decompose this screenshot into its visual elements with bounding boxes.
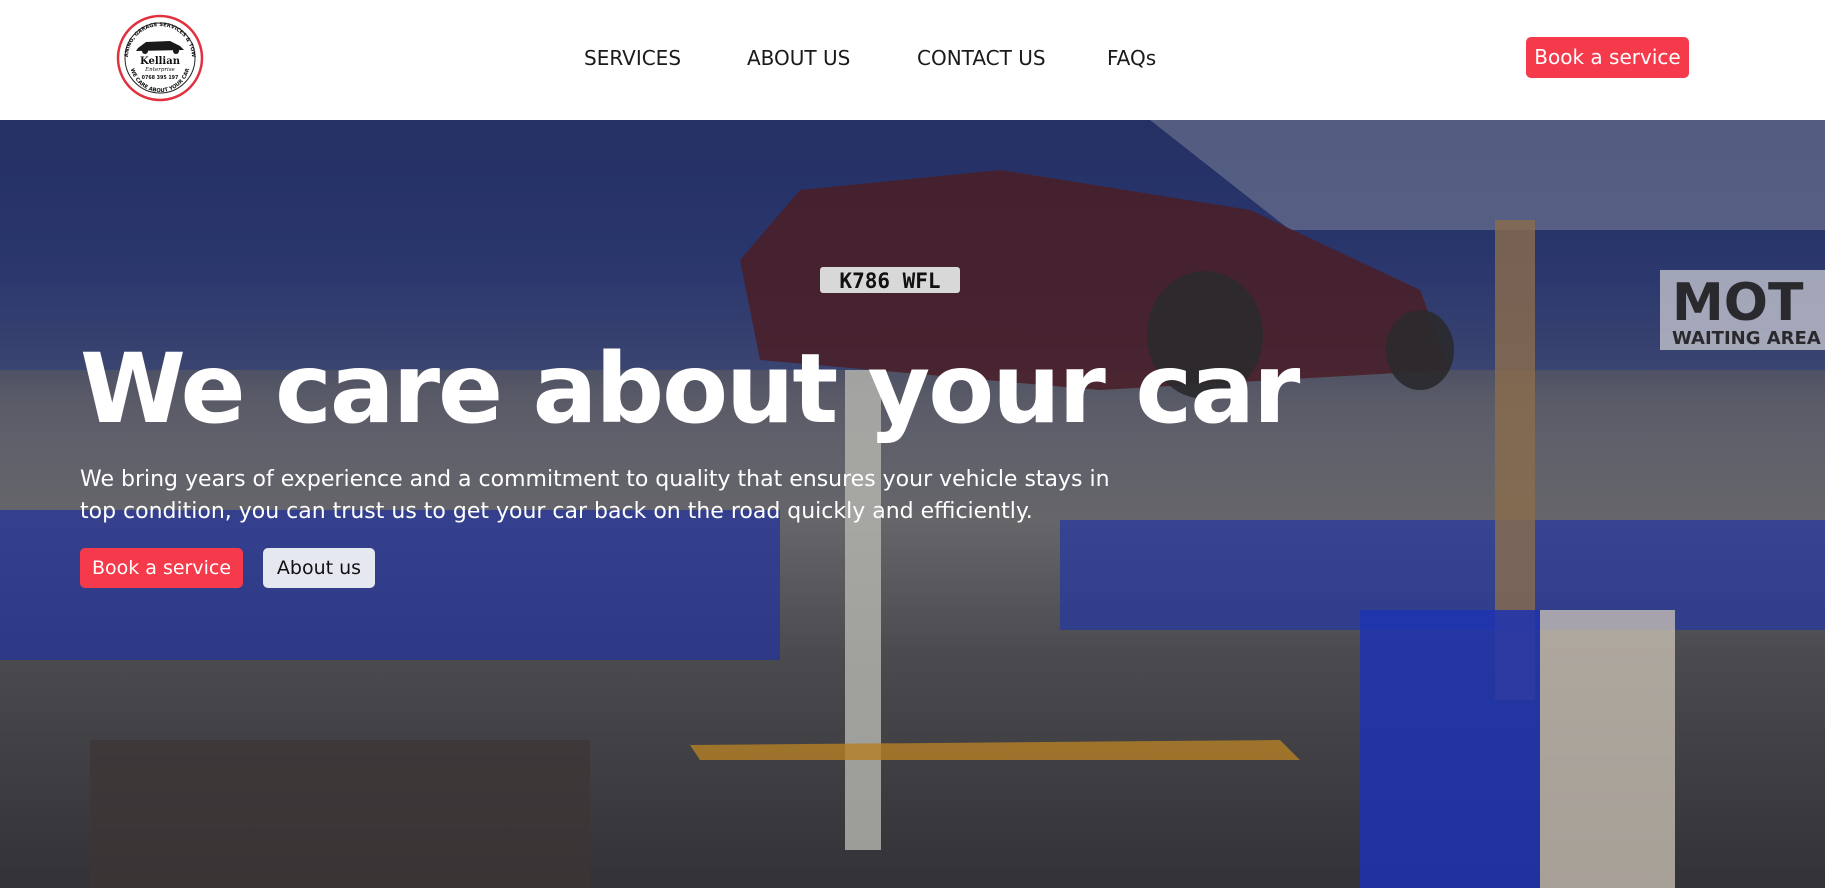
nav-link-contact-us[interactable]: CONTACT US [917,44,1046,72]
hero-section: MOT WAITING AREA K786 WFL We care about … [0,120,1825,888]
mot-sign-subtext: WAITING AREA [1672,328,1821,349]
hero-subtitle: We bring years of experience and a commi… [80,467,1110,524]
nav-book-service-button[interactable]: Book a service [1526,37,1689,78]
hero-about-us-button[interactable]: About us [263,548,375,588]
nav-link-about-us[interactable]: ABOUT US [747,44,850,72]
hero-book-service-button[interactable]: Book a service [80,548,243,588]
hero-title: We care about your car [80,333,1300,445]
license-plate-text: K786 WFL [839,269,940,293]
mot-sign-text: MOT [1672,273,1804,333]
nav-link-services[interactable]: SERVICES [584,44,681,72]
nav-link-faqs[interactable]: FAQs [1107,44,1156,72]
navbar: CLEANING, GARAGE SERVICES & TOWING WE CA… [0,0,1825,120]
